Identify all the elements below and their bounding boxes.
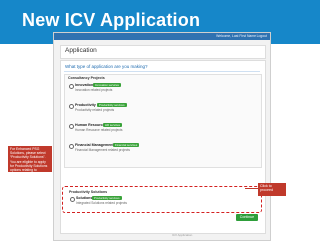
option-description: Integrated Solutions related projects (76, 201, 128, 205)
slide-title: New ICV Application (22, 10, 201, 30)
welcome-text: Welcome, Last First Name (216, 34, 256, 38)
option-name: Innovation (75, 83, 94, 87)
callout-productivity-solutions: For Enhanced PSG Solutions, please selec… (8, 146, 52, 176)
productivity-solutions-group: Productivity Solutions Solutions Product… (66, 189, 256, 208)
option-badge: HR services (103, 123, 123, 127)
consultancy-projects-group: Consultancy Projects Innovation Innovati… (64, 74, 262, 168)
group-title: Consultancy Projects (68, 76, 105, 80)
radio-button[interactable] (69, 144, 74, 149)
highlight-productivity-solutions: Productivity Solutions Solutions Product… (62, 186, 262, 213)
option-description: Productivity related projects (75, 108, 115, 112)
application-header: Application (60, 45, 266, 59)
option-description: Human Resource related projects (75, 128, 123, 132)
option-description: Innovation related projects (75, 88, 113, 92)
radio-button[interactable] (69, 84, 74, 89)
callout-arrow (245, 188, 258, 189)
divider (64, 71, 260, 72)
option-name: Productivity (75, 103, 96, 107)
radio-button[interactable] (70, 197, 75, 202)
callout-continue: Click to proceed (258, 183, 286, 196)
logout-link[interactable]: Logout (257, 33, 267, 40)
option-name: Human Resource (75, 123, 105, 127)
app-topbar: Welcome, Last First Name Logout (54, 33, 270, 40)
group-title: Productivity Solutions (69, 190, 108, 194)
page-title: Application (65, 47, 97, 54)
app-screen: Welcome, Last First Name Logout Applicat… (53, 32, 271, 241)
option-badge: Innovation services (93, 83, 121, 87)
option-name: Financial Management (75, 143, 114, 147)
option-description: Financial Management related projects (75, 148, 130, 152)
option-badge: Financial services (113, 143, 140, 147)
application-question: What type of application are you making? (65, 64, 148, 69)
application-type-panel: What type of application are you making?… (60, 60, 266, 234)
option-name: Solutions (76, 196, 93, 200)
footer-text: ICV Application (172, 233, 193, 237)
radio-button[interactable] (69, 124, 74, 129)
option-innovation[interactable]: Innovation Innovation services Innovatio… (69, 83, 257, 95)
radio-button[interactable] (69, 104, 74, 109)
option-productivity[interactable]: Productivity Productivity services Produ… (69, 103, 257, 115)
option-financial-management[interactable]: Financial Management Financial services … (69, 143, 257, 155)
option-badge: Productivity services (92, 196, 122, 200)
continue-button[interactable]: Continue (236, 214, 258, 221)
option-solutions[interactable]: Solutions Productivity services Integrat… (70, 196, 258, 208)
option-human-resource[interactable]: Human Resource HR services Human Resourc… (69, 123, 257, 135)
option-badge: Productivity services (97, 103, 127, 107)
